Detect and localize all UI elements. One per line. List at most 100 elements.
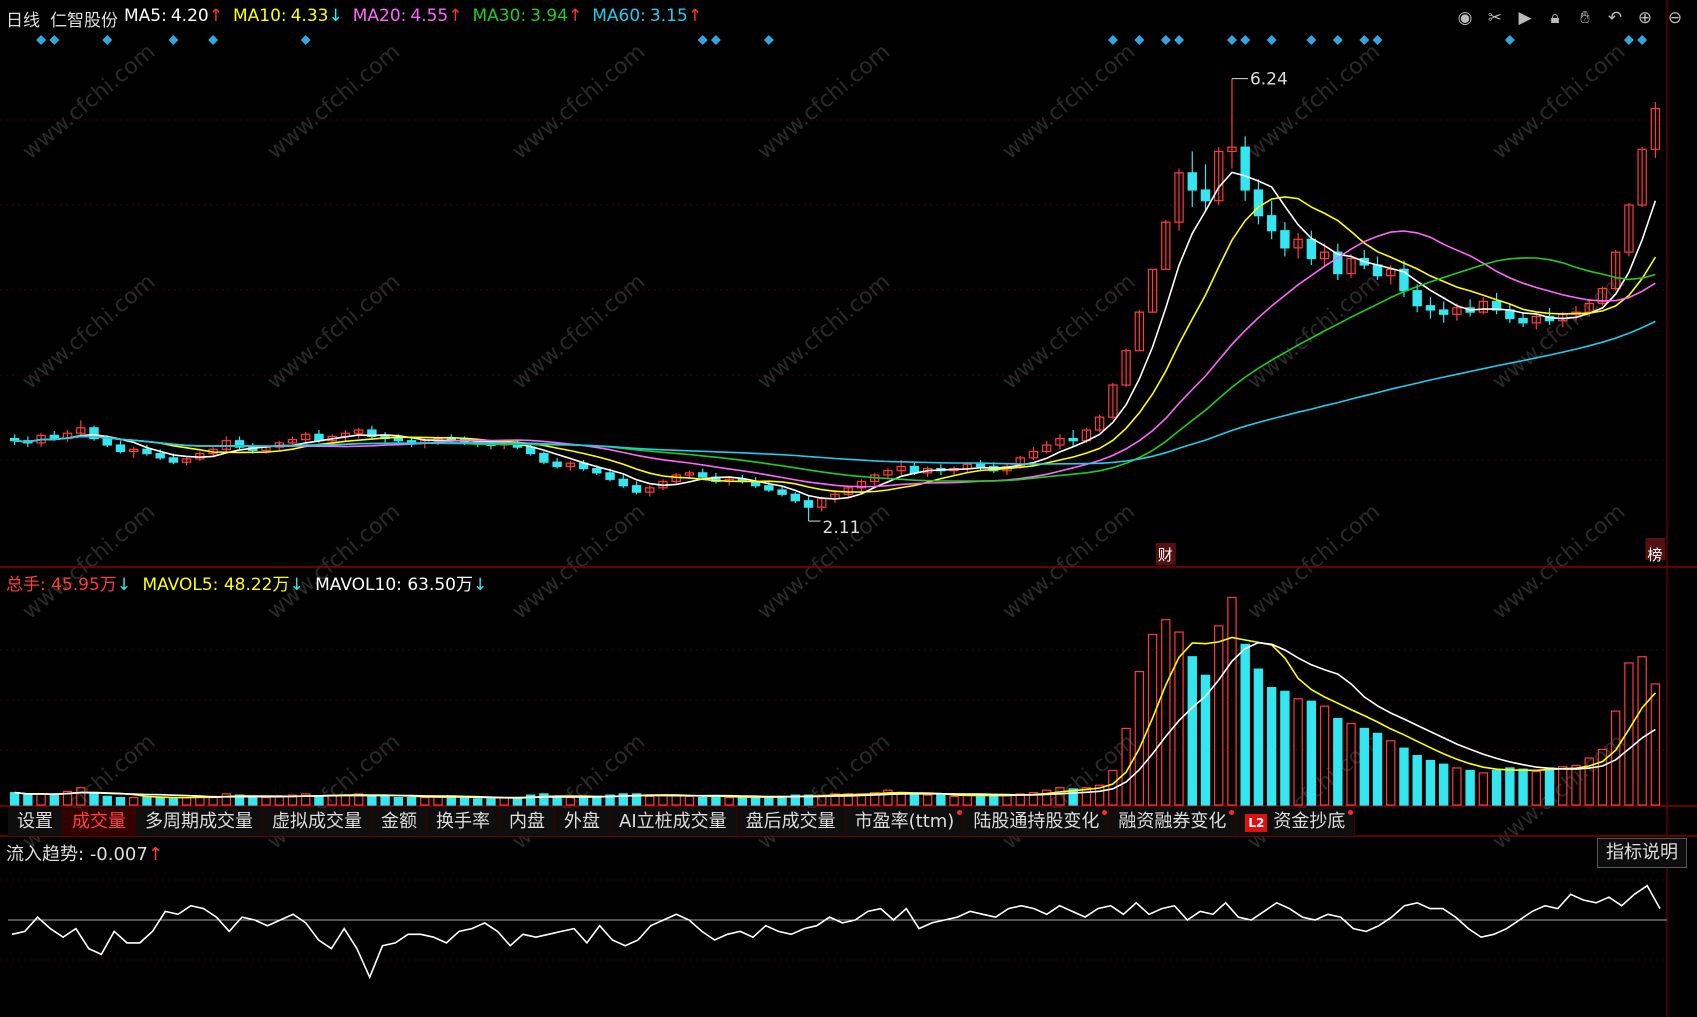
price-legend: 日线 仁智股份 MA5: 4.20↑ MA10: 4.33↓ MA20: 4.55↑ MA3… (6, 6, 718, 32)
tab-6[interactable]: 内盘 (500, 808, 555, 836)
volume-bar (671, 794, 681, 806)
volume-bar (936, 794, 946, 806)
tab-10[interactable]: 市盈率(ttm) (845, 808, 965, 836)
volume-bar (764, 796, 774, 806)
l2-badge: L2 (1245, 814, 1268, 832)
volume-bar (49, 794, 60, 806)
volume-bar (552, 795, 562, 806)
tab-5[interactable]: 换手率 (427, 808, 500, 836)
chart-toolbar: ◉ ✂ ▶ 🔒︎ ✋︎ ↶ ⊕ ⊖ (1453, 6, 1687, 30)
tab-13[interactable]: L2 资金抄底 (1236, 808, 1356, 836)
volume-bar (155, 796, 165, 806)
signal-diamond (1623, 35, 1634, 45)
flow-legend: 流入趋势: -0.007↑ (6, 840, 163, 866)
ma-legend-value: 3.94 (530, 6, 568, 26)
hand-icon[interactable]: ✋︎ (1573, 6, 1597, 30)
volume-bar (459, 796, 470, 806)
tab-label: 虚拟成交量 (272, 811, 362, 832)
tab-9[interactable]: 盘后成交量 (736, 808, 846, 836)
chart-canvas[interactable]: www.cfchi.com www.cfchi.com www.cfchi.com w… (0, 0, 1697, 1017)
tab-label: 成交量 (72, 811, 126, 832)
signal-diamond (1107, 35, 1118, 45)
ma-legend-items: MA5: 4.20↑ MA10: 4.33↓ MA20: 4.55↑ MA30: 3.94↑ M… (124, 6, 712, 32)
ma-legend-label: MA10: (232, 6, 287, 26)
watermark-text: www.cfchi.com (753, 269, 895, 394)
candle-body (1200, 189, 1211, 202)
volume-bar (724, 796, 734, 806)
tab-4[interactable]: 金额 (372, 808, 427, 836)
ma-legend-value: 4.20 (170, 6, 209, 26)
tab-11[interactable]: 陆股通持股变化 (964, 808, 1110, 836)
tab-7[interactable]: 外盘 (555, 808, 610, 836)
watermark-text: www.cfchi.com (18, 269, 160, 394)
signal-diamond (763, 35, 774, 45)
watermark-text: www.cfchi.com (1488, 39, 1630, 164)
volume-bar (1544, 767, 1555, 806)
ma-legend-label: MA60: (592, 6, 646, 26)
zoom-in-icon[interactable]: ⊕ (1633, 6, 1657, 30)
ma20-line (14, 230, 1656, 488)
watermark-text: www.cfchi.com (263, 269, 405, 394)
mavol5-arrow: ↓ (289, 575, 304, 595)
candle-body (115, 444, 126, 453)
volume-bar (1134, 670, 1145, 806)
volume-bar (1637, 656, 1647, 806)
watermark-text: www.cfchi.com (263, 499, 405, 624)
candle-body (1306, 238, 1317, 260)
volume-bar (9, 792, 20, 806)
volume-bar (102, 795, 112, 806)
volume-bar (1002, 794, 1012, 806)
zoom-out-icon[interactable]: ⊖ (1663, 6, 1687, 30)
ma-legend-arrow: ↑ (448, 6, 463, 26)
lock-icon[interactable]: 🔒︎ (1543, 6, 1567, 30)
play-icon[interactable]: ▶ (1513, 6, 1537, 30)
volume-bar (684, 795, 695, 806)
tab-label: 盘后成交量 (745, 811, 836, 832)
scissors-icon[interactable]: ✂ (1483, 6, 1507, 30)
watermark-text: www.cfchi.com (508, 499, 650, 624)
volume-bar (1266, 687, 1277, 806)
watermark-text: www.cfchi.com (508, 269, 650, 394)
tab-label: 外盘 (564, 811, 600, 832)
candle-body (168, 457, 179, 463)
tab-dot (1229, 810, 1235, 815)
period-label[interactable]: 日线 (6, 6, 40, 32)
volume-bar (1438, 763, 1449, 806)
volume-bar (406, 796, 417, 806)
signal-diamond (1134, 35, 1145, 45)
signal-diamond (1226, 35, 1237, 45)
candle-body (605, 472, 615, 480)
finance-badge[interactable]: 财 (1155, 543, 1176, 565)
tab-12[interactable]: 融资融券变化 (1109, 808, 1237, 836)
tab-1[interactable]: 成交量 (63, 808, 136, 836)
volume-bar (248, 796, 258, 806)
volume-bar (1372, 732, 1383, 806)
tab-0[interactable]: 设置 (8, 808, 63, 836)
mavol10-arrow: ↓ (472, 575, 488, 595)
volume-bar (1333, 717, 1343, 806)
rank-badge[interactable]: 榜 (1645, 538, 1666, 564)
signal-diamond (49, 35, 60, 45)
candle-body (618, 478, 628, 487)
volume-bar (1200, 674, 1211, 806)
ma-legend-arrow: ↓ (328, 6, 343, 26)
volume-bar (1187, 656, 1197, 806)
volume-bar (989, 795, 999, 806)
flow-trend-line (11, 884, 1661, 980)
signal-diamond (1266, 35, 1277, 45)
candle-body (1425, 305, 1436, 311)
volume-bar (578, 796, 589, 806)
candle-body (697, 472, 708, 478)
indicator-explain-button[interactable]: 指标说明 (1597, 838, 1687, 868)
watermark-text: www.cfchi.com (753, 39, 895, 164)
volume-bar (1240, 643, 1250, 806)
volume-bar (975, 794, 986, 806)
volume-bar (115, 796, 126, 806)
tab-2[interactable]: 多周期成交量 (136, 808, 263, 836)
undo-icon[interactable]: ↶ (1603, 6, 1627, 30)
volume-bar (168, 798, 179, 806)
eye-icon[interactable]: ◉ (1453, 6, 1477, 30)
tab-8[interactable]: AI立桩成交量 (610, 808, 737, 836)
watermark-text: www.cfchi.com (508, 39, 650, 164)
tab-3[interactable]: 虚拟成交量 (263, 808, 372, 836)
